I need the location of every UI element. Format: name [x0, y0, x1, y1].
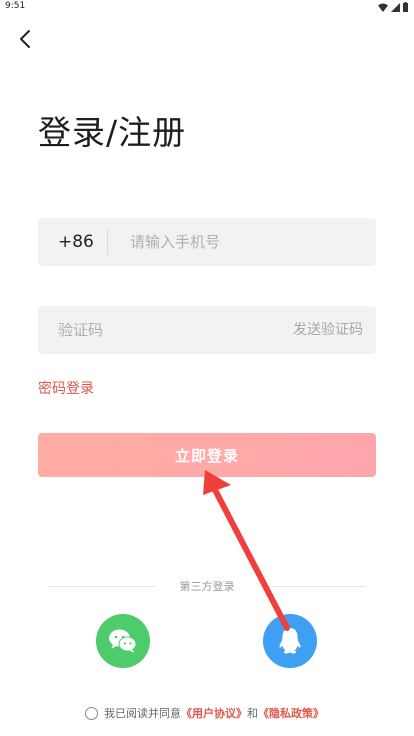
- qq-login-button[interactable]: [263, 614, 317, 668]
- status-bar: 9:51: [0, 0, 414, 14]
- phone-field: +86: [38, 218, 376, 266]
- page-title: 登录/注册: [38, 113, 187, 152]
- phone-input[interactable]: [130, 218, 360, 266]
- login-screen: 9:51 登录/注册 +86 发送验证码 密码登录 立即登录: [0, 0, 414, 736]
- agreement-row: 我已阅读并同意 《用户协议》 和 《隐私政策》: [85, 705, 324, 721]
- battery-icon: [403, 2, 408, 12]
- wifi-icon: [378, 3, 388, 12]
- verification-code-field: 发送验证码: [38, 306, 376, 354]
- login-button[interactable]: 立即登录: [38, 433, 376, 477]
- signal-icon: [391, 2, 400, 12]
- qq-icon: [279, 628, 301, 654]
- user-agreement-link[interactable]: 《用户协议》: [181, 705, 247, 721]
- third-party-login-divider: 第三方登录: [48, 578, 366, 596]
- field-divider: [107, 230, 108, 255]
- agreement-checkbox[interactable]: [85, 706, 98, 720]
- agreement-text: 我已阅读并同意: [104, 707, 181, 720]
- verification-code-input[interactable]: [58, 306, 258, 354]
- country-code-selector[interactable]: +86: [58, 218, 94, 266]
- send-code-button[interactable]: 发送验证码: [293, 306, 363, 354]
- wechat-icon: [109, 629, 137, 653]
- agreement-conjunction: 和: [247, 707, 258, 720]
- privacy-policy-link[interactable]: 《隐私政策》: [258, 705, 324, 721]
- chevron-left-icon: [20, 30, 30, 48]
- wechat-login-button[interactable]: [96, 614, 150, 668]
- status-time: 9:51: [5, 1, 26, 11]
- back-button[interactable]: [12, 26, 38, 52]
- password-login-link[interactable]: 密码登录: [38, 378, 94, 398]
- status-icons: [378, 2, 408, 12]
- divider-line-right: [259, 586, 366, 587]
